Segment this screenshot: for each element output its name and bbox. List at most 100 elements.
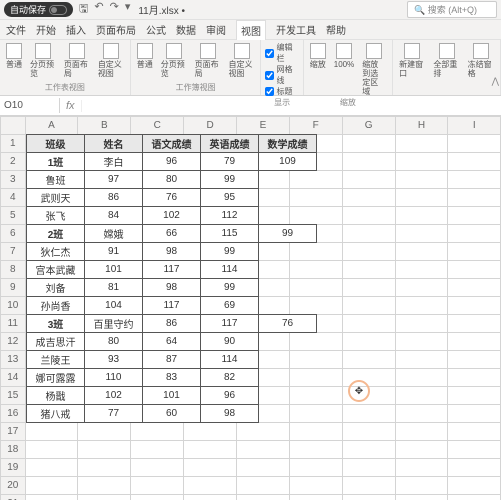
data-cell[interactable]: 87: [143, 351, 201, 369]
menu-开始[interactable]: 开始: [36, 22, 56, 37]
cell[interactable]: [448, 405, 501, 423]
data-cell[interactable]: 115: [201, 225, 259, 243]
data-cell[interactable]: 99: [201, 171, 259, 189]
row-11[interactable]: 11: [1, 315, 26, 333]
row-2[interactable]: 2: [1, 153, 26, 171]
cell[interactable]: [448, 459, 501, 477]
col-D[interactable]: D: [184, 117, 237, 135]
save-icon[interactable]: 🖫: [79, 0, 88, 19]
spreadsheet-grid[interactable]: ABCDEFGHI1234567891011121314151617181920…: [0, 116, 501, 500]
data-cell[interactable]: 95: [201, 189, 259, 207]
data-cell[interactable]: 杨戬: [27, 387, 85, 405]
row-13[interactable]: 13: [1, 351, 26, 369]
data-cell[interactable]: 79: [201, 153, 259, 171]
header-cell[interactable]: 语文成绩: [143, 135, 201, 153]
data-cell[interactable]: 99: [201, 243, 259, 261]
cell[interactable]: [237, 495, 290, 500]
row-18[interactable]: 18: [1, 441, 26, 459]
cell[interactable]: [289, 495, 342, 500]
row-12[interactable]: 12: [1, 333, 26, 351]
cell[interactable]: [237, 459, 290, 477]
cell[interactable]: [342, 333, 395, 351]
data-cell[interactable]: 96: [143, 153, 201, 171]
cell[interactable]: [342, 171, 395, 189]
cell[interactable]: [448, 279, 501, 297]
cell[interactable]: [395, 261, 448, 279]
col-B[interactable]: B: [78, 117, 131, 135]
cell[interactable]: [342, 459, 395, 477]
cell[interactable]: [395, 225, 448, 243]
cell[interactable]: [131, 441, 184, 459]
row-14[interactable]: 14: [1, 369, 26, 387]
cell[interactable]: [448, 153, 501, 171]
cell[interactable]: [342, 279, 395, 297]
cell[interactable]: [342, 207, 395, 225]
data-cell[interactable]: 成吉思汗: [27, 333, 85, 351]
cell[interactable]: [342, 243, 395, 261]
chk-网格线[interactable]: [265, 71, 274, 80]
data-cell[interactable]: 117: [143, 297, 201, 315]
formula-input[interactable]: [82, 104, 501, 108]
ribbon-collapse-icon[interactable]: ⋀: [492, 76, 499, 87]
data-cell[interactable]: 64: [143, 333, 201, 351]
ribbon-缩放到选定区域[interactable]: 缩放到选定区域: [360, 42, 388, 97]
data-cell[interactable]: 110: [85, 369, 143, 387]
data-cell[interactable]: 孙尚香: [27, 297, 85, 315]
data-cell[interactable]: 鲁班: [27, 171, 85, 189]
cell[interactable]: [395, 153, 448, 171]
cell[interactable]: [395, 405, 448, 423]
cell[interactable]: [395, 279, 448, 297]
cell[interactable]: [448, 477, 501, 495]
ribbon-自定义视图[interactable]: 自定义视图: [227, 42, 257, 79]
row-16[interactable]: 16: [1, 405, 26, 423]
col-E[interactable]: E: [237, 117, 290, 135]
cell[interactable]: [342, 495, 395, 500]
data-cell[interactable]: 114: [201, 351, 259, 369]
col-I[interactable]: I: [448, 117, 501, 135]
dropdown-icon[interactable]: ▾: [125, 0, 131, 19]
cell[interactable]: [342, 297, 395, 315]
data-cell[interactable]: 98: [143, 279, 201, 297]
cell[interactable]: [395, 369, 448, 387]
row-10[interactable]: 10: [1, 297, 26, 315]
menu-文件[interactable]: 文件: [6, 22, 26, 37]
data-cell[interactable]: 84: [85, 207, 143, 225]
cell[interactable]: [448, 351, 501, 369]
cell[interactable]: [448, 369, 501, 387]
menu-审阅[interactable]: 审阅: [206, 22, 226, 37]
data-cell[interactable]: 90: [201, 333, 259, 351]
data-cell[interactable]: 77: [85, 405, 143, 423]
cell[interactable]: [448, 261, 501, 279]
data-cell[interactable]: 81: [85, 279, 143, 297]
cell[interactable]: [448, 189, 501, 207]
data-cell[interactable]: 娜可露露: [27, 369, 85, 387]
menu-数据[interactable]: 数据: [176, 22, 196, 37]
cell[interactable]: [395, 423, 448, 441]
cell[interactable]: [184, 495, 237, 500]
data-cell[interactable]: 101: [85, 261, 143, 279]
cell[interactable]: [78, 423, 131, 441]
data-cell[interactable]: 76: [259, 315, 317, 333]
data-cell[interactable]: 114: [201, 261, 259, 279]
row-4[interactable]: 4: [1, 189, 26, 207]
ribbon-普通[interactable]: 普通: [4, 42, 24, 70]
data-cell[interactable]: 83: [143, 369, 201, 387]
cell[interactable]: [25, 423, 78, 441]
data-cell[interactable]: 武则天: [27, 189, 85, 207]
ribbon-100%[interactable]: 100%: [332, 42, 356, 70]
cell[interactable]: [448, 315, 501, 333]
data-cell[interactable]: 百里守约: [85, 315, 143, 333]
data-cell[interactable]: 66: [143, 225, 201, 243]
cell[interactable]: [448, 207, 501, 225]
cell[interactable]: [342, 423, 395, 441]
data-cell[interactable]: 98: [143, 243, 201, 261]
cell[interactable]: [448, 243, 501, 261]
menu-帮助[interactable]: 帮助: [326, 22, 346, 37]
data-cell[interactable]: 69: [201, 297, 259, 315]
row-1[interactable]: 1: [1, 135, 26, 153]
col-F[interactable]: F: [289, 117, 342, 135]
cell[interactable]: [342, 315, 395, 333]
cell[interactable]: [289, 459, 342, 477]
data-cell[interactable]: 86: [143, 315, 201, 333]
ribbon-分页预览[interactable]: 分页预览: [159, 42, 189, 79]
